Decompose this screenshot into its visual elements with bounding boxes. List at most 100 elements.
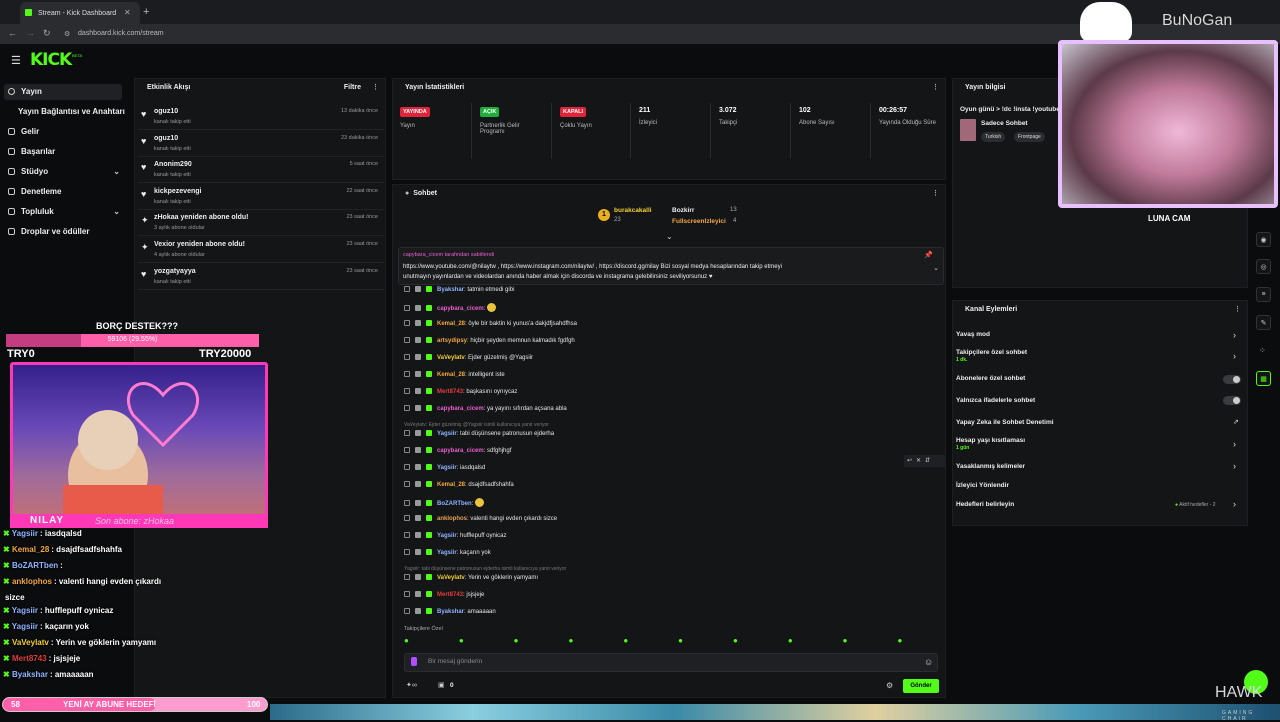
- sidebar-item-topluluk[interactable]: Topluluk ⌄: [8, 207, 120, 216]
- timeout-icon[interactable]: [415, 320, 421, 326]
- timeout-icon[interactable]: [415, 371, 421, 377]
- timeout-icon[interactable]: [415, 305, 421, 311]
- action-followers-only[interactable]: Takipçilere özel sohbet 1 dk.: [956, 349, 1027, 363]
- timeout-icon[interactable]: [415, 405, 421, 411]
- emote-bar[interactable]: ●●●●●●●●●●: [404, 636, 934, 648]
- timeout-icon[interactable]: [415, 608, 421, 614]
- emoji-icon[interactable]: ☺: [924, 657, 933, 667]
- timeout-icon[interactable]: [415, 532, 421, 538]
- mod-action-icon[interactable]: [404, 405, 410, 411]
- chat-message[interactable]: artsydipsy: hiçbir şeyden memnun kalmadı…: [404, 337, 575, 347]
- timeout-icon[interactable]: [415, 591, 421, 597]
- mod-action-icon[interactable]: [404, 591, 410, 597]
- chat-message[interactable]: capybara_cicem:: [404, 303, 498, 313]
- chat-message[interactable]: Yagsiir: iasdqalsd: [404, 464, 485, 474]
- mod-action-icon[interactable]: [404, 500, 410, 506]
- activity-user[interactable]: zHokaa yeniden abone oldu!: [154, 214, 249, 221]
- mod-action-icon[interactable]: [404, 320, 410, 326]
- mod-action-icon[interactable]: [404, 354, 410, 360]
- sidebar-item-yayin[interactable]: Yayın: [8, 87, 42, 96]
- chevron-right-icon[interactable]: ›: [1233, 461, 1236, 471]
- mod-action-icon[interactable]: [404, 286, 410, 292]
- chat-message[interactable]: Kemal_28: dsajdfsadfshahfa: [404, 481, 514, 491]
- activity-user[interactable]: Vexior yeniden abone oldu!: [154, 241, 245, 248]
- chat-username[interactable]: Mert8743: [437, 389, 463, 395]
- chat-username[interactable]: Byakshar: [437, 609, 464, 615]
- more-options-icon[interactable]: ⋮: [372, 83, 379, 91]
- chevron-down-icon[interactable]: ⌄: [933, 264, 939, 272]
- tag[interactable]: Frontpage: [1014, 132, 1045, 142]
- action-account-age[interactable]: Hesap yaşı kısıtlaması 1 gün: [956, 437, 1025, 451]
- chevron-right-icon[interactable]: ›: [1233, 330, 1236, 340]
- chat-message[interactable]: VaVeylatv: Ejder güzelmiş @Yagsiir: [404, 354, 533, 364]
- chat-message[interactable]: Yagsiir: tabi düşünsene patronusun ejder…: [404, 430, 554, 440]
- chat-message[interactable]: Kemal_28: intelligent iste: [404, 371, 505, 381]
- timeout-icon[interactable]: [415, 464, 421, 470]
- chevron-right-icon[interactable]: ›: [1233, 439, 1236, 449]
- calculator-icon[interactable]: ▦: [1256, 371, 1271, 386]
- subscribers-only-toggle[interactable]: [1223, 375, 1241, 384]
- chat-message[interactable]: Yagsiir: hufflepuff oynicaz: [404, 532, 507, 542]
- sidebar-item-basarilar[interactable]: Başarılar: [8, 147, 55, 156]
- kick-logo[interactable]: KICK: [30, 50, 72, 70]
- gift-icon[interactable]: ▣: [438, 681, 445, 689]
- timeout-icon[interactable]: [415, 447, 421, 453]
- chat-username[interactable]: capybara_cicem: [437, 306, 484, 312]
- share-icon[interactable]: ⁘: [1259, 346, 1266, 355]
- chat-username[interactable]: anklophos: [437, 516, 467, 522]
- chat-bubble-icon[interactable]: ◉: [1256, 232, 1271, 247]
- action-ai-moderation[interactable]: Yapay Zeka ile Sohbet Denetimi: [956, 419, 1054, 426]
- send-button[interactable]: Gönder: [903, 679, 939, 693]
- chat-username[interactable]: VaVeylatv: [437, 575, 465, 581]
- chat-username[interactable]: Kemal_28: [437, 321, 465, 327]
- activity-icon[interactable]: ◎: [1256, 259, 1271, 274]
- chevron-right-icon[interactable]: ›: [1233, 351, 1236, 361]
- chat-message[interactable]: Mert8743: jsjsjeje: [404, 591, 484, 601]
- leader-name[interactable]: FullscreenIzleyici: [672, 218, 726, 225]
- chat-message[interactable]: Byakshar: amaaaaan: [404, 608, 496, 618]
- timeout-icon[interactable]: [415, 549, 421, 555]
- chat-username[interactable]: BoZARTben: [437, 501, 472, 507]
- chat-username[interactable]: Yagsiir: [437, 465, 457, 471]
- mod-action-icon[interactable]: [404, 388, 410, 394]
- close-tab-icon[interactable]: ✕: [124, 8, 131, 17]
- chat-message[interactable]: Byakshar: tatmin etmedi gibi: [404, 286, 514, 296]
- points-icon[interactable]: ✦∞: [406, 681, 417, 689]
- chat-message[interactable]: capybara_cicem: ya yayını sıfırdan açsan…: [404, 405, 567, 415]
- chat-username[interactable]: Yagsiir: [437, 533, 457, 539]
- mod-action-icon[interactable]: [404, 447, 410, 453]
- external-link-icon[interactable]: ⇗: [1233, 418, 1239, 426]
- chat-message[interactable]: Mert8743: başkasını oynıycaz: [404, 388, 517, 398]
- mod-action-icon[interactable]: [404, 464, 410, 470]
- wrench-icon[interactable]: ✎: [1256, 315, 1271, 330]
- chat-username[interactable]: Kemal_28: [437, 372, 465, 378]
- menu-icon[interactable]: ☰: [11, 54, 21, 67]
- mod-action-icon[interactable]: [404, 430, 410, 436]
- activity-user[interactable]: Anonim290: [154, 161, 192, 168]
- reload-icon[interactable]: ↻: [43, 28, 51, 39]
- mod-action-icon[interactable]: [404, 574, 410, 580]
- back-icon[interactable]: ←: [8, 28, 17, 38]
- sidebar-item-denetleme[interactable]: Denetleme: [8, 187, 61, 196]
- mod-action-icon[interactable]: [404, 549, 410, 555]
- pin-icon[interactable]: 📌: [924, 251, 933, 259]
- chat-username[interactable]: capybara_cicem: [437, 448, 484, 454]
- chat-username[interactable]: Byakshar: [437, 287, 464, 293]
- chat-username[interactable]: Mert8743: [437, 592, 463, 598]
- site-info-icon[interactable]: ⚙: [64, 30, 70, 38]
- action-slow-mode[interactable]: Yavaş mod: [956, 331, 990, 338]
- emote-only-toggle[interactable]: [1223, 396, 1241, 405]
- mod-action-icon[interactable]: [404, 515, 410, 521]
- chat-username[interactable]: VaVeylatv: [437, 355, 465, 361]
- chat-username[interactable]: Kemal_28: [437, 482, 465, 488]
- chat-username[interactable]: artsydipsy: [437, 338, 467, 344]
- filter-button[interactable]: Filtre: [344, 84, 361, 91]
- activity-user[interactable]: oguz10: [154, 135, 178, 142]
- chat-message[interactable]: Yagsiir: kaçarın yok: [404, 549, 491, 559]
- mod-action-icon[interactable]: [404, 532, 410, 538]
- timeout-icon[interactable]: [415, 481, 421, 487]
- chat-input[interactable]: [404, 653, 938, 672]
- sidebar-item-gelir[interactable]: Gelir: [8, 127, 39, 136]
- chat-username[interactable]: Yagsiir: [437, 550, 457, 556]
- chat-message[interactable]: BoZARTben:: [404, 498, 486, 508]
